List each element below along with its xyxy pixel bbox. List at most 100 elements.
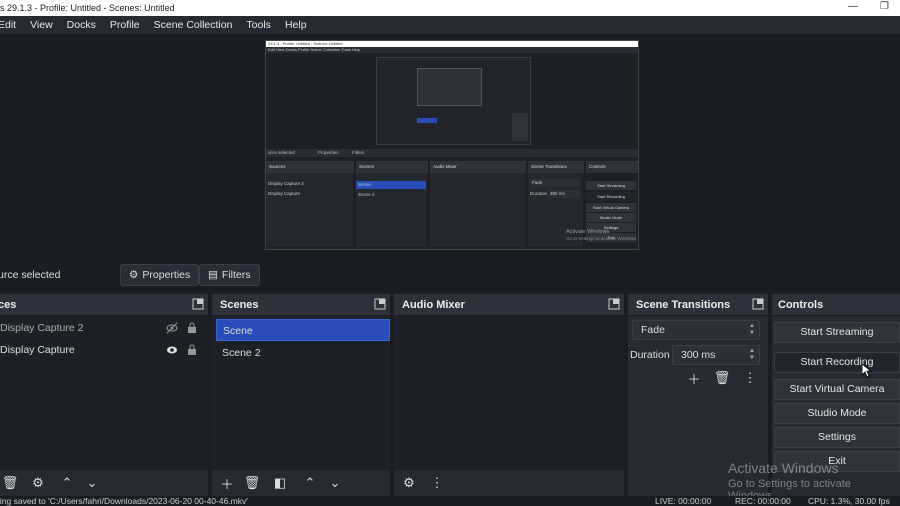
scenes-list[interactable]: Scene Scene 2 xyxy=(212,316,390,496)
restore-icon[interactable]: ❐ xyxy=(880,1,889,12)
updown-icon[interactable]: ▲ ▼ xyxy=(749,348,755,362)
filters-button[interactable]: ▤ Filters xyxy=(199,264,260,286)
rec-status: REC: 00:00:00 xyxy=(735,496,791,506)
activate-windows-watermark: Activate Windows xyxy=(728,460,839,476)
scenes-dock-title: Scenes xyxy=(220,299,259,311)
status-message: ling saved to 'C:/Users/fahri/Downloads/… xyxy=(0,496,248,506)
undock-icon[interactable] xyxy=(608,298,620,310)
lock-icon[interactable] xyxy=(186,344,198,356)
controls-title: Controls xyxy=(778,299,824,311)
scene-transitions-title: Scene Transitions xyxy=(636,299,731,311)
add-scene-icon[interactable]: ＋ xyxy=(217,473,237,493)
duration-spinbox[interactable]: 300 ms ▲ ▼ xyxy=(672,345,760,365)
nested-inner-scene xyxy=(417,118,437,123)
gear-icon: ⚙ xyxy=(129,269,139,281)
advanced-audio-gear-icon[interactable]: ⚙ xyxy=(399,473,419,493)
nested-source-selected: urce selected xyxy=(268,150,295,155)
remove-source-icon[interactable]: 🗑 xyxy=(0,473,20,493)
display-capture-preview: 29.1.3 - Profile: Untitled - Scenes: Unt… xyxy=(265,40,639,250)
nested-menu: Edit View Docks Profile Scene Collection… xyxy=(266,47,638,53)
menu-bar: Edit View Docks Profile Scene Collection… xyxy=(0,16,900,34)
nested-start-streaming: Start Streaming xyxy=(586,181,636,190)
nested-duration: 300 ms xyxy=(548,190,580,198)
scene-filters-icon[interactable]: ◧ xyxy=(270,473,290,493)
nested-source-bar: urce selected Properties Filters xyxy=(266,149,638,157)
undock-icon[interactable] xyxy=(752,298,764,310)
nested-inner-screen xyxy=(417,68,482,106)
move-down-icon[interactable]: ⌄ xyxy=(325,473,345,493)
eye-hidden-icon[interactable] xyxy=(166,322,178,334)
nested-audio-body xyxy=(430,173,526,247)
undock-icon[interactable] xyxy=(374,298,386,310)
duration-label: Duration xyxy=(630,349,670,361)
audio-mixer-dock: Audio Mixer ⚙ ⋮ xyxy=(394,294,624,496)
source-toolbar: urce selected ⚙ Properties ▤ Filters xyxy=(0,260,900,290)
scene-item-scene-2[interactable]: Scene 2 xyxy=(216,342,390,364)
sources-list[interactable]: Display Capture 2 Display Capture xyxy=(0,316,208,496)
move-up-icon[interactable]: ⌃ xyxy=(57,473,77,493)
live-status: LIVE: 00:00:00 xyxy=(655,496,712,506)
properties-button[interactable]: ⚙ Properties xyxy=(120,264,200,286)
scene-item-scene[interactable]: Scene xyxy=(216,319,390,341)
menu-help[interactable]: Help xyxy=(285,19,307,31)
scenes-dock: Scenes Scene Scene 2 ＋ 🗑 ◧ ⌃ ⌄ xyxy=(212,294,390,496)
nested-filters: Filters xyxy=(352,150,365,155)
nested-scene-1: Scene xyxy=(356,181,426,189)
transition-properties-icon[interactable]: ⋮ xyxy=(740,368,760,388)
move-down-icon[interactable]: ⌄ xyxy=(82,473,102,493)
properties-label: Properties xyxy=(142,269,191,281)
move-up-icon[interactable]: ⌃ xyxy=(300,473,320,493)
status-bar: ling saved to 'C:/Users/fahri/Downloads/… xyxy=(0,496,900,506)
duration-value: 300 ms xyxy=(681,349,716,361)
settings-button[interactable]: Settings xyxy=(774,427,900,448)
undock-icon[interactable] xyxy=(192,298,204,310)
scene-transitions-header: Scene Transitions xyxy=(628,294,768,316)
sources-dock: ces Display Capture 2 Display Capture 🗑 … xyxy=(0,294,208,496)
more-options-icon[interactable]: ⋮ xyxy=(427,473,447,493)
nested-sources-body: Display Capture 2 Display Capture xyxy=(266,173,354,247)
nested-dock-scenes: Scenes xyxy=(356,161,428,173)
studio-mode-button[interactable]: Studio Mode xyxy=(774,403,900,424)
nested-inner-controls xyxy=(512,113,528,141)
menu-view[interactable]: View xyxy=(30,19,53,31)
minimize-icon[interactable]: — xyxy=(848,1,858,12)
controls-header: Controls xyxy=(772,294,900,316)
add-transition-icon[interactable]: ＋ xyxy=(684,368,704,388)
eye-icon[interactable] xyxy=(166,344,178,356)
nested-watermark-2: Go to Settings to activate Windows. xyxy=(566,236,638,241)
audio-mixer-header: Audio Mixer xyxy=(394,294,624,316)
sources-dock-header: ces xyxy=(0,294,208,316)
nested-transition: Fade xyxy=(530,179,580,187)
transition-select[interactable]: Fade ▲ ▼ xyxy=(632,320,760,340)
list-item[interactable]: Display Capture xyxy=(0,340,208,360)
list-item[interactable]: Display Capture 2 xyxy=(0,318,208,338)
preview-area[interactable]: 29.1.3 - Profile: Untitled - Scenes: Unt… xyxy=(0,34,900,260)
transition-value: Fade xyxy=(641,324,665,336)
start-virtual-camera-button[interactable]: Start Virtual Camera xyxy=(774,379,900,400)
menu-edit[interactable]: Edit xyxy=(0,19,16,31)
menu-docks[interactable]: Docks xyxy=(67,19,96,31)
audio-mixer-toolbar: ⚙ ⋮ xyxy=(394,470,624,496)
menu-scene-collection[interactable]: Scene Collection xyxy=(154,19,233,31)
sources-dock-title: ces xyxy=(0,299,17,311)
audio-mixer-title: Audio Mixer xyxy=(402,299,465,311)
nested-scenes-body: Scene Scene 2 xyxy=(356,173,428,247)
lock-icon[interactable] xyxy=(186,322,198,334)
start-recording-button[interactable]: Start Recording xyxy=(774,352,900,373)
nested-watermark-1: Activate Windows xyxy=(566,229,610,235)
nested-studio-mode: Studio Mode xyxy=(586,213,636,222)
remove-scene-icon[interactable]: 🗑 xyxy=(242,473,262,493)
nested-source-1: Display Capture 2 xyxy=(268,181,304,186)
menu-profile[interactable]: Profile xyxy=(110,19,140,31)
source-name: Display Capture xyxy=(0,344,75,356)
nested-properties: Properties xyxy=(318,150,339,155)
mouse-cursor-icon xyxy=(862,364,872,378)
nested-inner-preview xyxy=(376,57,531,145)
filter-icon: ▤ xyxy=(208,269,218,281)
scenes-toolbar: ＋ 🗑 ◧ ⌃ ⌄ xyxy=(212,470,390,496)
remove-transition-icon[interactable]: 🗑 xyxy=(712,368,732,388)
start-streaming-button[interactable]: Start Streaming xyxy=(774,322,900,343)
source-properties-gear-icon[interactable]: ⚙ xyxy=(28,473,48,493)
menu-tools[interactable]: Tools xyxy=(246,19,271,31)
nested-source-2: Display Capture xyxy=(268,191,301,196)
